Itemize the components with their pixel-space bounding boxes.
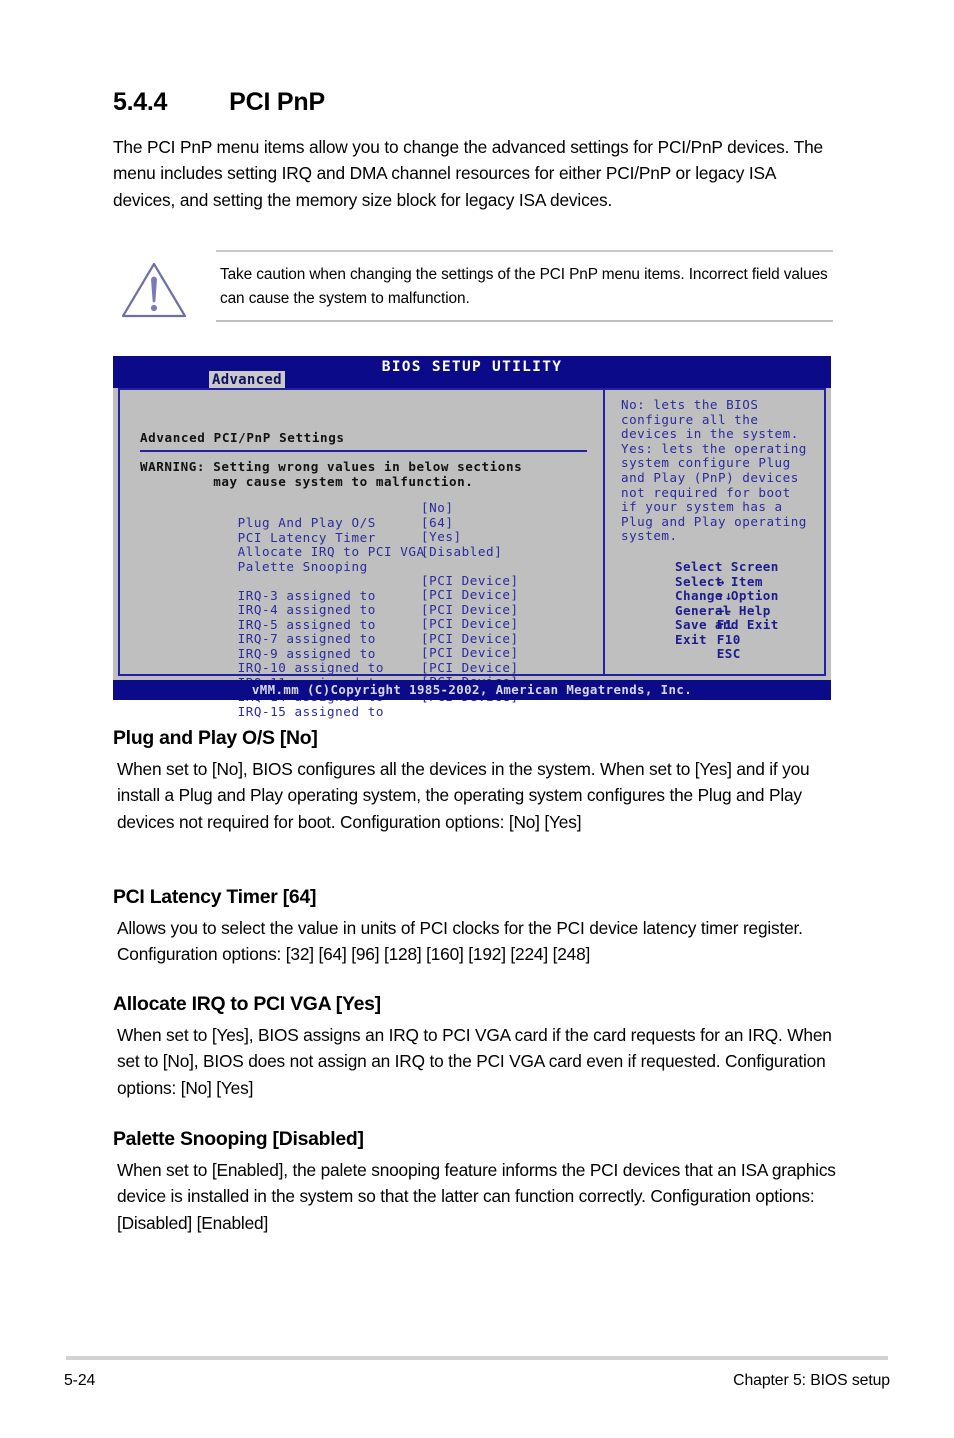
chapter-label: Chapter 5: BIOS setup <box>733 1372 890 1389</box>
caution-note-text: Take caution when changing the settings … <box>220 266 828 307</box>
bios-settings-list: Plug And Play O/S [No] PCI Latency Timer… <box>140 500 587 719</box>
bios-setting-value[interactable]: [Disabled] <box>421 544 502 559</box>
bios-irq-value[interactable]: [PCI Device] <box>421 587 519 602</box>
bios-irq-row[interactable]: IRQ-3 assigned to [PCI Device] <box>140 573 587 603</box>
bios-title-bar: BIOS SETUP UTILITY Advanced <box>113 356 831 389</box>
bios-setting-value[interactable]: [Yes] <box>421 529 462 544</box>
caution-note-body: Take caution when changing the settings … <box>216 250 833 322</box>
setting-description-plug-and-play-os: Plug and Play O/S [No] When set to [No],… <box>113 727 851 835</box>
key-legend-action: General Help <box>675 602 771 618</box>
bios-copyright-bar: vMM.mm (C)Copyright 1985-2002, American … <box>113 680 831 700</box>
bios-irq-value[interactable]: [PCI Device] <box>421 573 519 588</box>
bios-irq-value[interactable]: [PCI Device] <box>421 631 519 646</box>
bios-panel-heading: Advanced PCI/PnP Settings <box>140 430 345 445</box>
bios-irq-value[interactable]: [PCI Device] <box>421 602 519 617</box>
setting-body: Allows you to select the value in units … <box>117 918 803 965</box>
section-number: 5.4.4 <box>113 88 168 116</box>
key-legend-action: Select Item <box>675 573 763 589</box>
bios-irq-value[interactable]: [PCI Device] <box>421 660 519 675</box>
caution-note: Take caution when changing the settings … <box>113 250 833 328</box>
bios-warning-text: WARNING: Setting wrong values in below s… <box>140 459 523 489</box>
key-legend-row: ESC Exit <box>621 631 817 661</box>
bios-heading-divider <box>140 450 587 452</box>
bios-irq-label: IRQ-15 assigned to <box>237 703 384 719</box>
bios-setting-value[interactable]: [64] <box>421 515 454 530</box>
bios-setting-row[interactable]: Plug And Play O/S [No] <box>140 500 587 530</box>
bios-setting-row[interactable]: Allocate IRQ to PCI VGA [Yes] <box>140 529 587 559</box>
key-legend-row: F10 Save and Exit <box>621 617 817 646</box>
bios-setting-row[interactable]: PCI Latency Timer [64] <box>140 515 587 545</box>
bios-help-pane: No: lets the BIOS configure all the devi… <box>607 390 824 674</box>
intro-paragraph: The PCI PnP menu items allow you to chan… <box>113 137 823 210</box>
bios-setting-row[interactable]: Palette Snooping [Disabled] <box>140 544 587 574</box>
bios-key-legend: ↔ Select Screen ↑↓ Select Item +- Change… <box>621 559 817 661</box>
document-page: 5.4.4 PCI PnP The PCI PnP menu items all… <box>0 0 954 1438</box>
bios-irq-row[interactable]: IRQ-5 assigned to [PCI Device] <box>140 602 587 632</box>
bios-irq-row[interactable]: IRQ-4 assigned to [PCI Device] <box>140 587 587 617</box>
page-title: 5.4.4 PCI PnP <box>113 88 853 117</box>
key-legend-key: ESC <box>716 646 741 661</box>
key-legend-row: F1 General Help <box>621 602 817 632</box>
key-legend-row: +- Change Option <box>621 588 817 617</box>
setting-description-palette-snooping: Palette Snooping [Disabled] When set to … <box>113 1128 851 1236</box>
page-number: 5-24 <box>64 1372 96 1389</box>
bios-irq-row[interactable]: IRQ-9 assigned to [PCI Device] <box>140 631 587 661</box>
setting-description-allocate-irq-to-pci-vga: Allocate IRQ to PCI VGA [Yes] When set t… <box>113 993 851 1101</box>
setting-heading: Palette Snooping [Disabled] <box>113 1128 364 1150</box>
key-legend-row: ↔ Select Screen <box>621 559 817 588</box>
setting-heading: Plug and Play O/S [No] <box>113 727 318 749</box>
setting-description-pci-latency-timer: PCI Latency Timer [64] Allows you to sel… <box>113 886 851 968</box>
key-legend-action: Save and Exit <box>675 617 779 632</box>
bios-irq-row[interactable]: IRQ-11 assigned to [PCI Device] <box>140 660 587 690</box>
setting-heading: Allocate IRQ to PCI VGA [Yes] <box>113 993 381 1015</box>
setting-body: When set to [Yes], BIOS assigns an IRQ t… <box>117 1025 832 1098</box>
setting-body: When set to [No], BIOS configures all th… <box>117 759 810 832</box>
key-legend-action: Change Option <box>675 588 779 603</box>
bios-setup-screen: BIOS SETUP UTILITY Advanced Advanced PCI… <box>113 356 831 719</box>
bios-irq-row[interactable]: IRQ-10 assigned to [PCI Device] <box>140 645 587 675</box>
key-legend-action: Exit <box>675 631 707 647</box>
bios-irq-value[interactable]: [PCI Device] <box>421 616 519 631</box>
setting-body: When set to [Enabled], the palete snoopi… <box>117 1160 836 1233</box>
tab-advanced[interactable]: Advanced <box>209 371 285 389</box>
bios-setting-label: Palette Snooping <box>237 558 368 574</box>
key-legend-row: ↑↓ Select Item <box>621 573 817 603</box>
bios-help-text: No: lets the BIOS configure all the devi… <box>621 397 807 544</box>
footer-divider <box>66 1356 888 1360</box>
bios-panel: Advanced PCI/PnP Settings WARNING: Setti… <box>118 388 826 719</box>
warning-triangle-icon <box>118 258 190 320</box>
bios-main-pane: Advanced PCI/PnP Settings WARNING: Setti… <box>120 390 605 719</box>
bios-irq-row[interactable]: IRQ-7 assigned to [PCI Device] <box>140 616 587 646</box>
key-legend-action: Select Screen <box>675 559 779 574</box>
bios-setting-value[interactable]: [No] <box>421 500 454 515</box>
bios-copyright-text: vMM.mm (C)Copyright 1985-2002, American … <box>251 682 693 697</box>
section-title: PCI PnP <box>229 88 325 116</box>
setting-heading: PCI Latency Timer [64] <box>113 886 317 908</box>
bios-irq-value[interactable]: [PCI Device] <box>421 645 519 660</box>
